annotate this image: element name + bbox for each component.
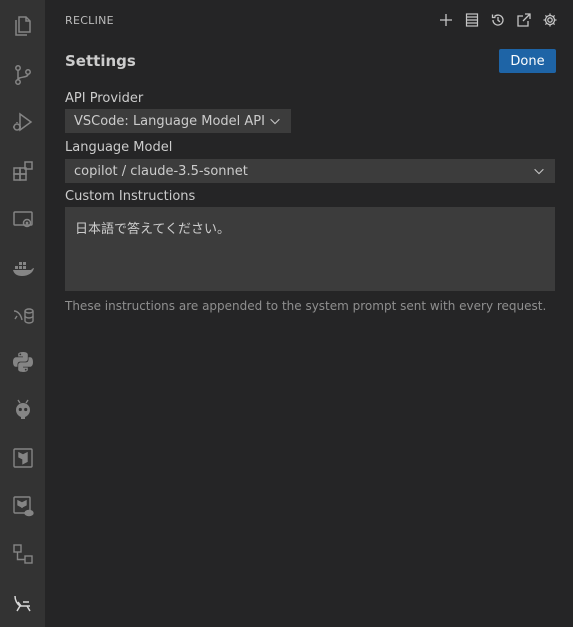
source-control-icon[interactable]: [0, 52, 45, 98]
api-provider-label: API Provider: [65, 91, 144, 106]
mysql-icon[interactable]: [0, 293, 45, 339]
gear-icon[interactable]: [541, 10, 559, 30]
terraform-icon[interactable]: [0, 435, 45, 481]
docker-icon[interactable]: [0, 245, 45, 291]
recline-panel: RECLINE Settings Done API Provider VSCod…: [45, 0, 573, 627]
files-icon[interactable]: [0, 3, 45, 49]
language-model-select[interactable]: copilot / claude-3.5-sonnet: [65, 159, 555, 183]
extensions-icon[interactable]: [0, 148, 45, 194]
workflow-icon[interactable]: [0, 531, 45, 577]
custom-instructions-help: These instructions are appended to the s…: [65, 299, 547, 313]
server-icon[interactable]: [463, 10, 481, 30]
run-debug-icon[interactable]: [0, 99, 45, 145]
recline-icon[interactable]: [0, 580, 45, 626]
platformio-icon[interactable]: [0, 387, 45, 433]
language-model-label: Language Model: [65, 140, 173, 155]
custom-instructions-textarea[interactable]: 日本語で答えてください。: [65, 207, 555, 291]
api-provider-select[interactable]: VSCode: Language Model API: [65, 109, 291, 133]
remote-explorer-icon[interactable]: [0, 197, 45, 243]
done-button[interactable]: Done: [499, 49, 556, 73]
settings-title: Settings: [65, 52, 136, 70]
popout-icon[interactable]: [515, 10, 533, 30]
history-icon[interactable]: [489, 10, 507, 30]
custom-instructions-label: Custom Instructions: [65, 189, 196, 204]
terraform-cloud-icon[interactable]: [0, 483, 45, 529]
panel-title: RECLINE: [65, 14, 114, 27]
app-window: RECLINE Settings Done API Provider VSCod…: [0, 0, 573, 627]
python-icon[interactable]: [0, 339, 45, 385]
chevron-down-icon: [534, 168, 544, 175]
activity-bar: [0, 0, 45, 627]
plus-icon[interactable]: [437, 10, 455, 30]
chevron-down-icon: [270, 118, 280, 125]
header-actions: [437, 10, 559, 30]
language-model-value: copilot / claude-3.5-sonnet: [74, 163, 248, 179]
api-provider-value: VSCode: Language Model API: [74, 113, 265, 129]
